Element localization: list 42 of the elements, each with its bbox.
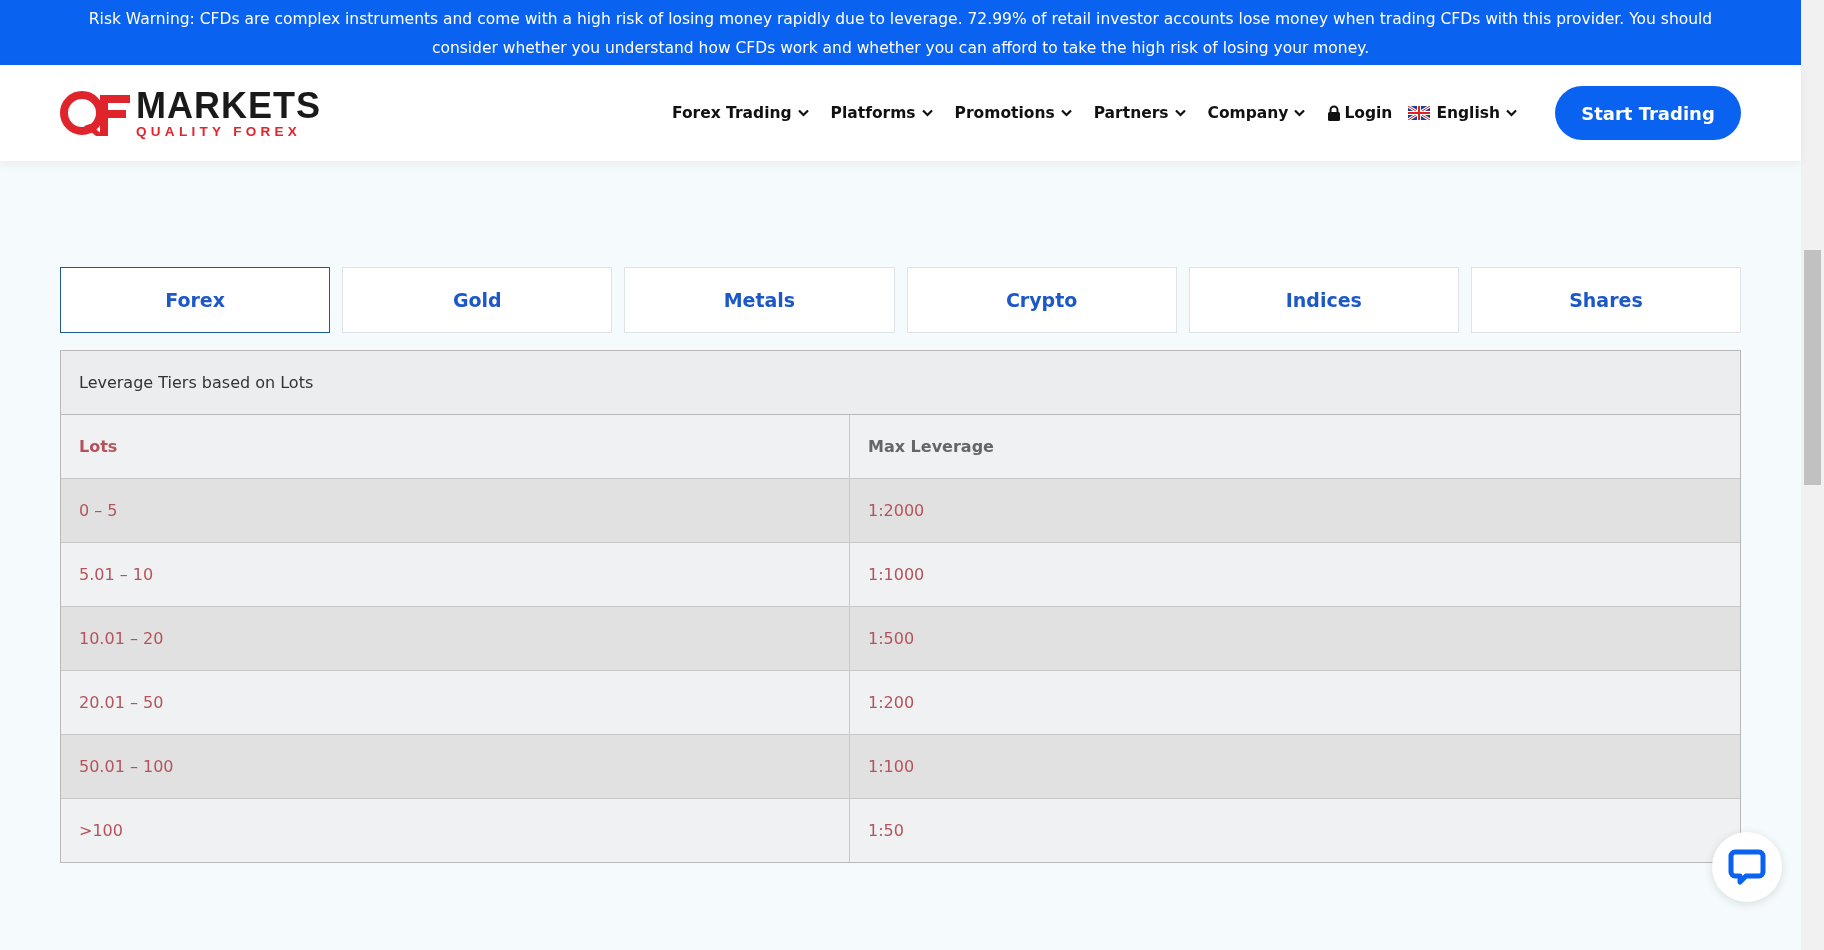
table-cell-text: 10.01 – 20 (78, 628, 165, 650)
tab[interactable]: Indices (1188, 267, 1459, 333)
chevron-down-icon (1506, 109, 1517, 117)
tab[interactable]: Gold (342, 267, 613, 333)
table-cell-text: >100 (78, 820, 124, 842)
table-cell-text: 50.01 – 100 (78, 756, 175, 778)
chevron-down-icon (1060, 109, 1072, 117)
lock-icon (1327, 105, 1342, 121)
column-header: Max Leverage (849, 415, 1740, 478)
table-caption: Leverage Tiers based on Lots (61, 351, 1740, 415)
nav-link[interactable]: Promotions (954, 104, 1072, 122)
tab[interactable]: Shares (1470, 267, 1742, 333)
language-selector[interactable]: English (1408, 104, 1517, 122)
table-cell-text: 20.01 – 50 (78, 692, 165, 714)
start-trading-button[interactable]: Start Trading (1555, 86, 1741, 140)
nav-link[interactable]: Partners (1093, 104, 1186, 122)
column-header: Lots (78, 436, 119, 458)
table-cell: 1:100 (849, 735, 1740, 798)
logo-tagline: QUALITY FOREX (136, 124, 303, 139)
nav-link[interactable]: Platforms (830, 104, 933, 122)
tab[interactable]: Crypto (906, 267, 1177, 333)
logo-icon (60, 88, 132, 138)
table-cell-text: 5.01 – 10 (78, 564, 155, 586)
tab[interactable]: Metals (624, 267, 895, 333)
table-cell-text: 0 – 5 (78, 500, 119, 522)
logo-wordmark: MARKETS (136, 87, 321, 124)
login-link[interactable]: Login (1327, 104, 1393, 122)
chevron-down-icon (921, 109, 933, 117)
chevron-down-icon (797, 109, 809, 117)
nav-link[interactable]: Forex Trading (671, 104, 809, 122)
nav-link[interactable]: Company (1207, 104, 1306, 122)
scrollbar[interactable] (1801, 0, 1824, 950)
chevron-down-icon (1174, 109, 1186, 117)
risk-warning: Risk Warning: CFDs are complex instruments and come with a high risk of losing money rapidly due to leverage. 72.99% of retail investor accounts lose money when trading CFDs with this provider. You should consider whether you understand how CFDs work and whether you can afford to take the high risk of losing your money. (0, 0, 1801, 65)
table-cell: 1:200 (849, 671, 1740, 734)
tab[interactable]: Forex (60, 267, 331, 333)
chevron-down-icon (1294, 109, 1306, 117)
table-cell: 1:500 (849, 607, 1740, 670)
chat-icon (1728, 849, 1766, 885)
table-cell: 1:2000 (849, 479, 1740, 542)
flag-icon (1408, 106, 1431, 120)
table-cell: 1:1000 (849, 543, 1740, 606)
